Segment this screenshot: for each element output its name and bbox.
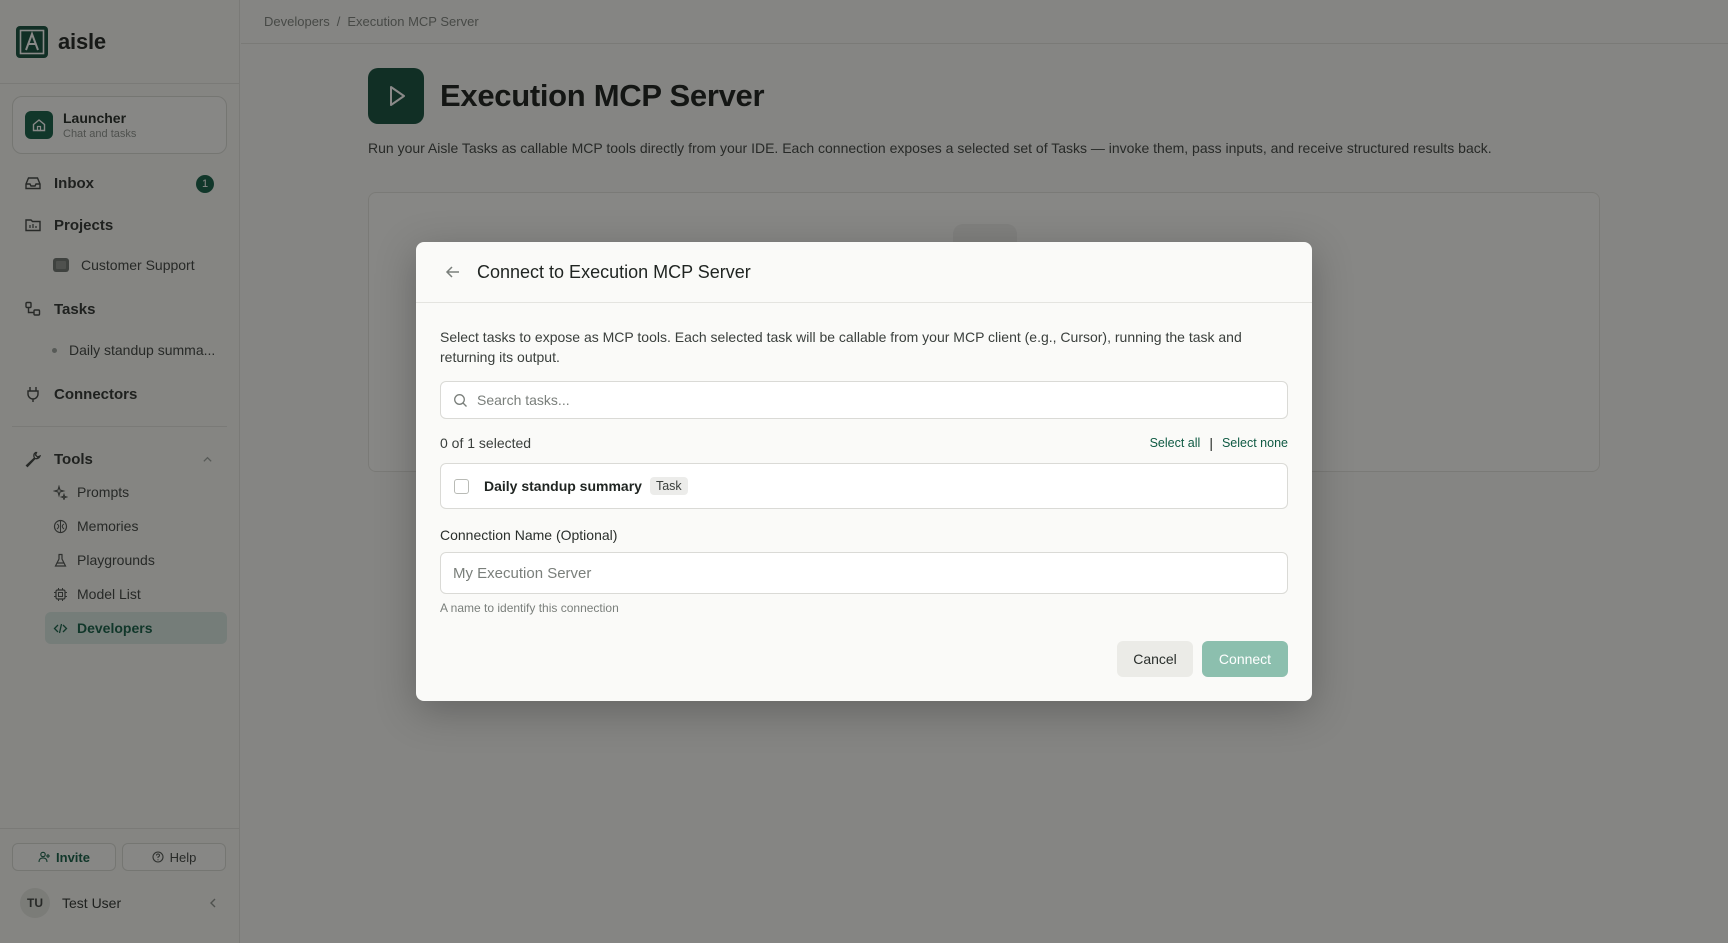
- modal-header: Connect to Execution MCP Server: [416, 242, 1312, 303]
- connect-modal: Connect to Execution MCP Server Select t…: [416, 242, 1312, 701]
- connection-name-hint: A name to identify this connection: [440, 601, 619, 615]
- task-name: Daily standup summary: [484, 478, 642, 494]
- modal-description: Select tasks to expose as MCP tools. Eac…: [440, 329, 1242, 365]
- selection-count: 0 of 1 selected: [440, 435, 532, 451]
- search-icon: [454, 393, 467, 407]
- connect-button[interactable]: Connect: [1202, 641, 1288, 677]
- cancel-button[interactable]: Cancel: [1117, 641, 1193, 677]
- task-search: [440, 381, 1288, 419]
- link-separator: |: [1209, 435, 1213, 451]
- modal-title: Connect to Execution MCP Server: [477, 261, 751, 282]
- task-row[interactable]: Daily standup summary Task: [440, 463, 1288, 509]
- task-type-tag: Task: [649, 477, 688, 495]
- search-input[interactable]: [477, 392, 1257, 408]
- select-all-link[interactable]: Select all: [1150, 436, 1201, 450]
- task-checkbox[interactable]: [454, 478, 469, 494]
- select-none-link[interactable]: Select none: [1222, 436, 1288, 450]
- connection-name-label: Connection Name (Optional): [440, 527, 618, 543]
- connection-name-input[interactable]: [440, 552, 1288, 594]
- arrow-left-icon[interactable]: [444, 263, 462, 281]
